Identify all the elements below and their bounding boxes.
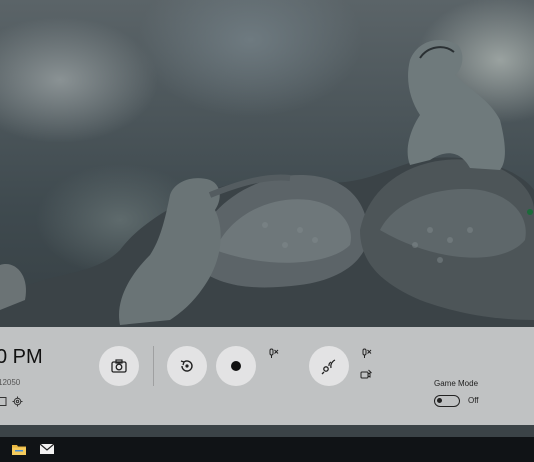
game-mode-toggle[interactable] [434, 395, 460, 407]
broadcast-button[interactable] [309, 346, 349, 386]
gear-icon[interactable] [12, 396, 23, 407]
window-icon[interactable] [0, 396, 8, 407]
broadcast-camera-off-icon[interactable] [359, 368, 373, 382]
game-bar-panel [0, 327, 534, 425]
build-number: 12050 [0, 378, 21, 387]
record-dot-icon [231, 361, 241, 371]
record-button[interactable] [216, 346, 256, 386]
game-mode-label: Game Mode [434, 379, 479, 388]
toolbar-divider [153, 346, 154, 386]
mail-icon[interactable] [39, 442, 55, 456]
clock-time: 0 PM [0, 346, 43, 368]
mic-off-icon[interactable] [266, 347, 280, 361]
replay-icon [180, 360, 193, 372]
game-mode-state: Off [468, 396, 479, 405]
toggle-knob [437, 398, 442, 403]
record-last-button[interactable] [167, 346, 207, 386]
screenshot-button[interactable] [99, 346, 139, 386]
broadcast-icon [321, 359, 336, 375]
camera-icon [111, 359, 127, 373]
broadcast-mic-off-icon[interactable] [359, 347, 373, 361]
taskbar [0, 437, 534, 462]
file-explorer-icon[interactable] [11, 442, 27, 456]
